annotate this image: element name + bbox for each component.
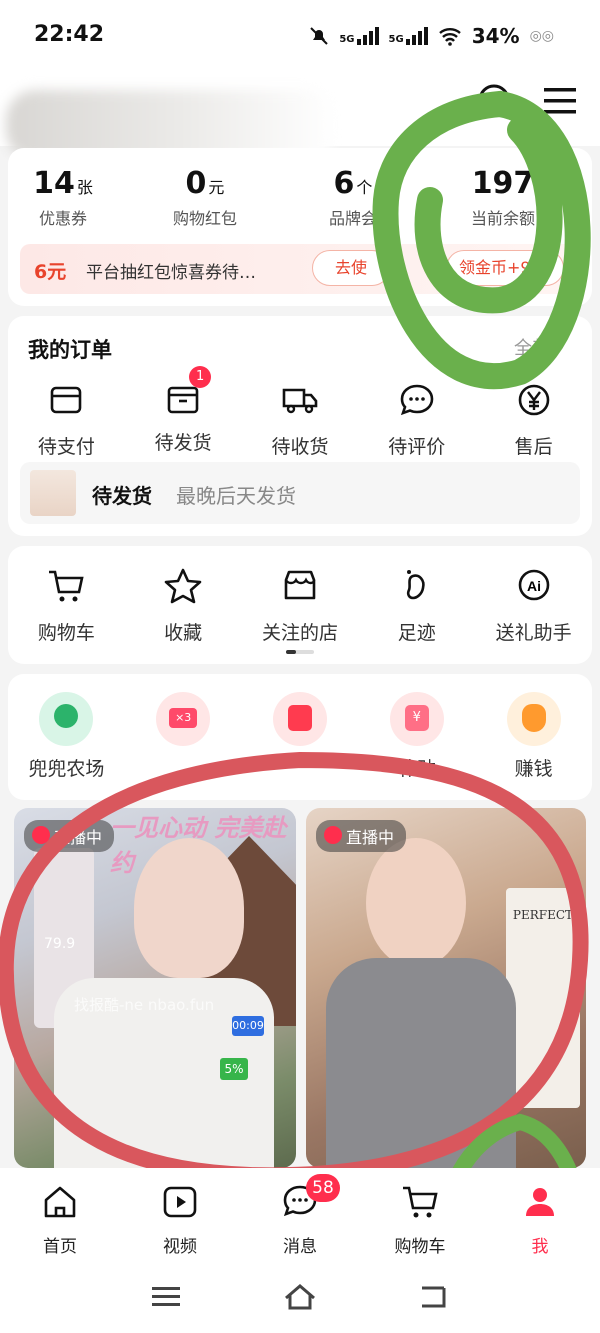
home-nav-icon[interactable] [282, 1282, 318, 1312]
recent-apps-icon[interactable] [150, 1284, 182, 1310]
profile-icon [526, 1188, 554, 1216]
cart-icon [403, 1186, 438, 1218]
tab-home[interactable]: 首页 [20, 1182, 100, 1257]
video-icon [163, 1186, 197, 1218]
back-icon[interactable] [416, 1284, 450, 1310]
tab-messages[interactable]: 58 消息 [260, 1174, 340, 1257]
message-badge: 58 [306, 1174, 340, 1202]
red-circle-live [0, 751, 589, 1184]
tab-cart[interactable]: 购物车 [380, 1182, 460, 1257]
home-icon [44, 1186, 76, 1218]
system-nav-bar [0, 1262, 600, 1333]
bottom-tab-bar: 首页 视频 58 消息 购物车 我 [0, 1168, 600, 1262]
green-circle-balance [372, 90, 591, 390]
tab-video[interactable]: 视频 [140, 1182, 220, 1257]
annotation-layer [0, 90, 591, 1321]
tab-me[interactable]: 我 [500, 1182, 580, 1257]
